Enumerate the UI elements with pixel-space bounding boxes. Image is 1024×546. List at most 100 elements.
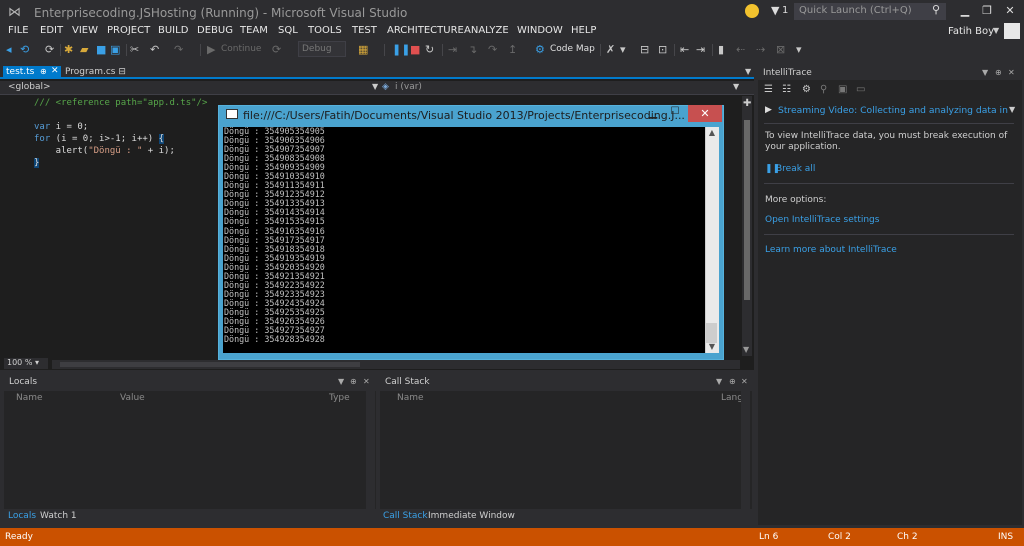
- search-icon[interactable]: ⚲: [932, 3, 940, 16]
- toolbar-options-icon[interactable]: ▾: [796, 43, 802, 56]
- continue-button[interactable]: Continue: [221, 43, 261, 56]
- column-value[interactable]: Value: [120, 393, 145, 403]
- code-map-icon[interactable]: ⚙: [535, 43, 545, 56]
- menu-view[interactable]: VIEW: [72, 25, 98, 36]
- undo-icon[interactable]: ↶: [150, 43, 159, 56]
- cut-icon[interactable]: ✂: [130, 43, 139, 56]
- feedback-smiley-icon[interactable]: [745, 4, 759, 18]
- scroll-down-icon[interactable]: ▼: [706, 342, 718, 351]
- scrollbar-thumb[interactable]: [744, 120, 750, 300]
- step-into-icon[interactable]: ↴: [468, 43, 477, 56]
- restore-button[interactable]: ❐: [977, 3, 997, 19]
- save-all-icon[interactable]: ▣: [110, 43, 120, 56]
- dropdown-icon[interactable]: ▼: [716, 377, 722, 386]
- back-icon[interactable]: ◂: [6, 43, 12, 56]
- pin-icon[interactable]: ⊕: [40, 67, 47, 76]
- tab-call-stack[interactable]: Call Stack: [383, 511, 428, 521]
- console-maximize-button[interactable]: ☐: [664, 106, 686, 120]
- pin-icon[interactable]: ⊕: [995, 68, 1002, 77]
- step-over-icon[interactable]: ↷: [488, 43, 497, 56]
- console-close-button[interactable]: ✕: [688, 105, 722, 122]
- tab-immediate-window[interactable]: Immediate Window: [428, 511, 515, 521]
- console-minimize-button[interactable]: ▁: [642, 106, 664, 120]
- close-icon[interactable]: ✕: [363, 377, 370, 386]
- learn-more-link[interactable]: Learn more about IntelliTrace: [765, 245, 897, 255]
- continue-icon[interactable]: ▶: [207, 43, 215, 56]
- notification-flag-icon[interactable]: ▼: [771, 4, 779, 17]
- menu-edit[interactable]: EDIT: [40, 25, 63, 36]
- menu-test[interactable]: TEST: [352, 25, 377, 36]
- scrollbar-thumb[interactable]: [60, 362, 360, 367]
- pin-icon[interactable]: ⊕: [350, 377, 357, 386]
- new-project-icon[interactable]: ✱: [64, 43, 73, 56]
- dropdown-icon[interactable]: ▼: [982, 68, 988, 77]
- attach-icon[interactable]: ⟳: [272, 43, 281, 56]
- column-name[interactable]: Name: [397, 393, 424, 403]
- zoom-select[interactable]: 100 % ▾: [4, 358, 48, 369]
- scroll-up-icon[interactable]: ▲: [706, 128, 718, 137]
- scope-dropdown[interactable]: <global>: [8, 82, 51, 92]
- comment-icon[interactable]: ⊡: [658, 43, 667, 56]
- hex-display-icon[interactable]: ✗: [606, 43, 615, 56]
- export-icon[interactable]: ▭: [856, 84, 865, 95]
- code-line-5[interactable]: alert("Döngü : " + i);: [34, 146, 175, 156]
- menu-help[interactable]: HELP: [571, 25, 596, 36]
- unindent-icon[interactable]: ⇤: [680, 43, 689, 56]
- bookmark-icon[interactable]: ▮: [718, 43, 724, 56]
- break-all-link[interactable]: Break all: [776, 164, 815, 174]
- column-type[interactable]: Type: [329, 393, 350, 403]
- code-line-3[interactable]: var i = 0;: [34, 122, 88, 132]
- chevron-down-icon[interactable]: ▼: [733, 82, 739, 91]
- back-navigate-icon[interactable]: ⟲: [20, 43, 29, 56]
- menu-project[interactable]: PROJECT: [107, 25, 150, 36]
- chevron-down-icon[interactable]: ▼: [372, 82, 378, 91]
- code-line-1[interactable]: /// <reference path="app.d.ts"/>: [34, 98, 207, 108]
- streaming-video-link[interactable]: Streaming Video: Collecting and analyzin…: [778, 105, 1008, 116]
- find-icon[interactable]: ▦: [358, 43, 368, 56]
- menu-debug[interactable]: DEBUG: [197, 25, 233, 36]
- restart-icon[interactable]: ↻: [425, 43, 434, 56]
- chevron-down-icon[interactable]: ▼: [1009, 105, 1015, 114]
- code-line-6[interactable]: }: [34, 158, 40, 168]
- pin-icon[interactable]: ⊕: [729, 377, 736, 386]
- close-tab-icon[interactable]: ✕: [51, 66, 59, 76]
- minimize-button[interactable]: ▁: [955, 3, 975, 19]
- settings-gear-icon[interactable]: ⚙: [802, 84, 811, 95]
- open-settings-link[interactable]: Open IntelliTrace settings: [765, 215, 879, 225]
- call-stack-scrollbar[interactable]: [741, 391, 750, 509]
- split-window-icon[interactable]: ✚: [743, 98, 751, 109]
- column-name[interactable]: Name: [16, 393, 43, 403]
- forward-navigate-icon[interactable]: ⟳: [45, 43, 54, 56]
- column-language[interactable]: Lang: [721, 393, 743, 403]
- list-icon[interactable]: ☰: [764, 84, 773, 95]
- user-name[interactable]: Fatih Boy: [948, 26, 994, 37]
- menu-team[interactable]: TEAM: [240, 25, 268, 36]
- dropdown-icon[interactable]: ▼: [338, 377, 344, 386]
- save-icon[interactable]: ▣: [838, 84, 847, 95]
- tab-locals[interactable]: Locals: [8, 511, 36, 521]
- close-button[interactable]: ✕: [1000, 3, 1020, 19]
- menu-tools[interactable]: TOOLS: [308, 25, 342, 36]
- menu-sql[interactable]: SQL: [278, 25, 298, 36]
- redo-icon[interactable]: ↷: [174, 43, 183, 56]
- indent-icon[interactable]: ⇥: [696, 43, 705, 56]
- clear-bookmarks-icon[interactable]: ⊠: [776, 43, 785, 56]
- configuration-select[interactable]: Debug: [298, 41, 346, 57]
- menu-file[interactable]: FILE: [8, 25, 29, 36]
- close-icon[interactable]: ✕: [1008, 68, 1015, 77]
- tab-watch-1[interactable]: Watch 1: [40, 511, 77, 521]
- step-out-icon[interactable]: ↥: [508, 43, 517, 56]
- menu-build[interactable]: BUILD: [158, 25, 188, 36]
- user-dropdown-icon[interactable]: ▼: [993, 26, 999, 35]
- scroll-down-icon[interactable]: ▼: [743, 345, 749, 354]
- menu-architecture[interactable]: ARCHITECTURE: [387, 25, 464, 36]
- member-dropdown[interactable]: i (var): [395, 82, 422, 92]
- tree-icon[interactable]: ☷: [782, 84, 791, 95]
- menu-window[interactable]: WINDOW: [517, 25, 563, 36]
- code-map-button[interactable]: Code Map: [550, 43, 595, 56]
- breakpoint-dropdown-icon[interactable]: ▾: [620, 43, 626, 56]
- save-icon[interactable]: ■: [96, 43, 106, 56]
- prev-bookmark-icon[interactable]: ⇠: [736, 43, 745, 56]
- bookmark-list-icon[interactable]: ⊟: [640, 43, 649, 56]
- tab-list-dropdown-icon[interactable]: ▼: [745, 67, 751, 76]
